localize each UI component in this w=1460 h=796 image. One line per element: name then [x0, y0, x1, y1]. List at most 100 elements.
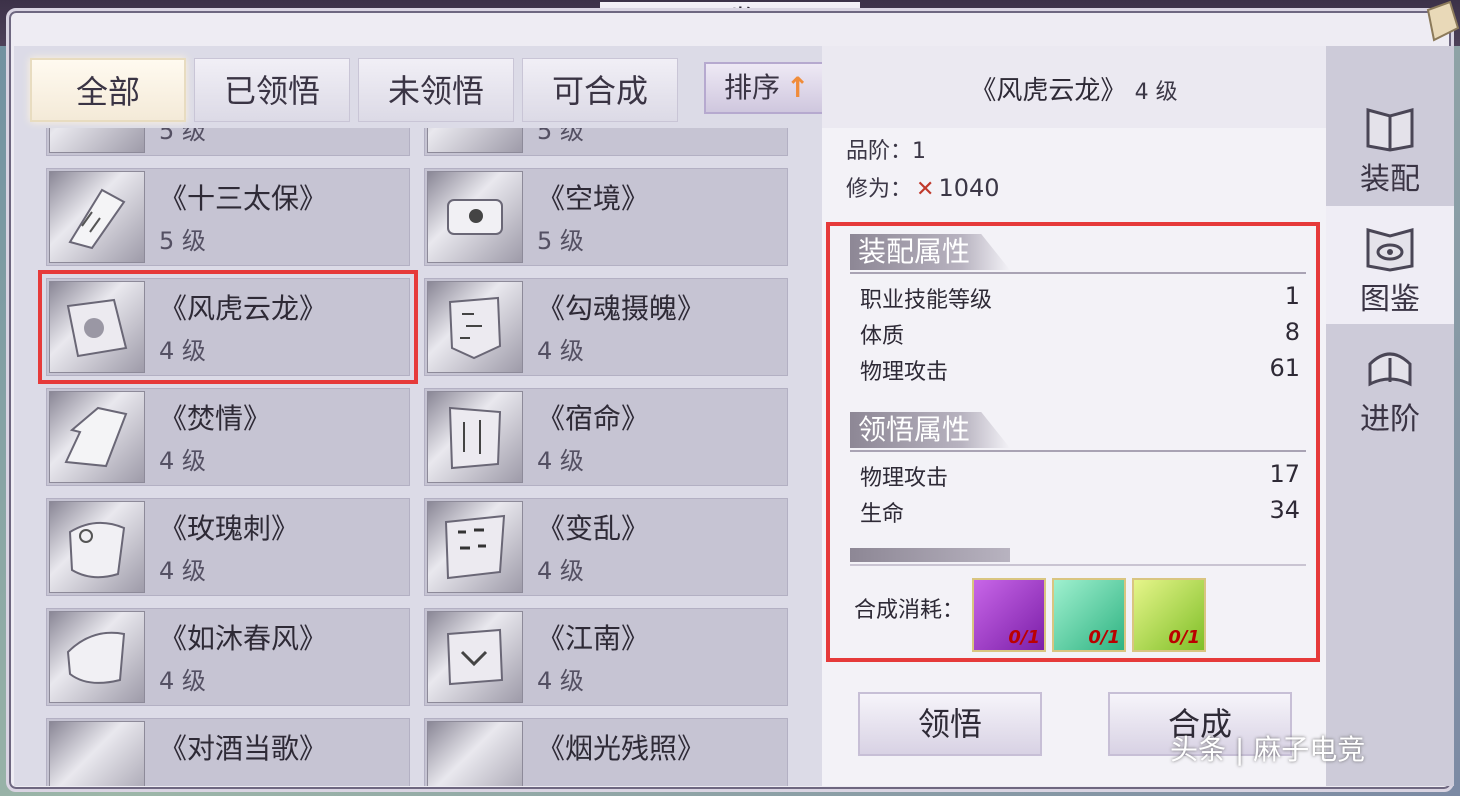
material-slot[interactable]: 0/1 — [1132, 578, 1206, 652]
filter-tabs: 全部 已领悟 未领悟 可合成 排序 ↑ — [30, 58, 828, 126]
skill-level: 5 级 — [537, 128, 584, 145]
close-ornament-icon[interactable] — [1420, 0, 1460, 50]
scroll-icon — [49, 128, 145, 153]
skill-name: 《风虎云龙》 — [159, 292, 328, 325]
swirl-scroll-icon — [49, 501, 145, 593]
skill-card[interactable]: 5 级 — [46, 128, 410, 156]
skill-name: 《对酒当歌》 — [159, 732, 328, 765]
skill-list-panel: 全部 已领悟 未领悟 可合成 排序 ↑ 5 级 5 级 《十三太保》 5 级 《… — [14, 46, 828, 786]
skill-level: 4 级 — [537, 667, 584, 695]
scroll-icon — [49, 721, 145, 786]
sort-arrow-icon: ↑ — [786, 71, 810, 104]
sort-button[interactable]: 排序 ↑ — [704, 62, 828, 114]
skill-card[interactable]: 《十三太保》 5 级 — [46, 168, 410, 266]
skill-name: 《江南》 — [537, 622, 650, 655]
skill-name: 《如沐春风》 — [159, 622, 328, 655]
skill-card[interactable]: 5 级 — [424, 128, 788, 156]
skill-name: 《空境》 — [537, 182, 650, 215]
section-divider — [850, 564, 1306, 566]
open-scroll-icon — [427, 171, 523, 263]
wave-scroll-icon — [49, 611, 145, 703]
cultivation-row: 修为： ✕ 1040 — [846, 170, 1000, 208]
equip-attributes-section: 装配属性 — [850, 234, 1306, 278]
skill-name: 《烟光残照》 — [537, 732, 706, 765]
rune-scroll-icon — [427, 281, 523, 373]
skill-level: 5 级 — [159, 227, 206, 255]
skill-level: 5 级 — [537, 227, 584, 255]
attribute-label: 生命 — [860, 502, 905, 527]
skill-level: 4 级 — [537, 337, 584, 365]
skill-name: 《勾魂摄魄》 — [537, 292, 706, 325]
side-navigation: 装配 图鉴 进阶 — [1326, 46, 1454, 786]
side-nav-label: 装配 — [1360, 162, 1420, 197]
attribute-label: 物理攻击 — [860, 360, 949, 385]
side-nav-label: 图鉴 — [1360, 282, 1420, 317]
consume-label: 合成消耗： — [854, 598, 965, 623]
equip-book-icon — [1366, 108, 1414, 152]
skill-name: 《变乱》 — [537, 512, 650, 545]
skill-level: 4 级 — [537, 447, 584, 475]
cultivation-label: 修为： — [846, 177, 913, 202]
tab-not-comprehended[interactable]: 未领悟 — [358, 58, 514, 122]
skill-name: 《焚情》 — [159, 402, 272, 435]
side-nav-equip[interactable]: 装配 — [1326, 86, 1454, 204]
advance-book-icon — [1368, 352, 1412, 387]
skill-card[interactable]: 《对酒当歌》 — [46, 718, 410, 786]
grade-label: 品阶： — [846, 139, 913, 164]
side-nav-label: 进阶 — [1360, 402, 1420, 437]
attribute-label: 物理攻击 — [860, 466, 949, 491]
skill-card-selected[interactable]: 《风虎云龙》 4 级 — [38, 270, 418, 384]
scroll-icon — [427, 128, 523, 153]
attribute-label: 体质 — [860, 324, 905, 349]
section-divider — [850, 272, 1306, 274]
codex-eye-icon — [1366, 228, 1414, 272]
crossed-swords-icon: ✕ — [916, 177, 935, 202]
attributes-highlight-box: 装配属性 职业技能等级 1 体质 8 物理攻击 61 领悟属性 物理攻击 17 生命 34… — [826, 222, 1320, 662]
skill-level: 4 级 — [159, 557, 206, 585]
section-divider — [850, 450, 1306, 452]
skill-card[interactable]: 《空境》 5 级 — [424, 168, 788, 266]
tab-synthesizable[interactable]: 可合成 — [522, 58, 678, 122]
detail-info: 品阶：1 修为： ✕ 1040 — [846, 134, 1000, 208]
watermark: 头条 | 麻子电竞 — [1170, 733, 1366, 766]
skill-card[interactable]: 《玫瑰刺》 4 级 — [46, 498, 410, 596]
skill-card[interactable]: 《变乱》 4 级 — [424, 498, 788, 596]
material-slot[interactable]: 0/1 — [1052, 578, 1126, 652]
attribute-value: 8 — [1284, 318, 1300, 346]
skill-name: 《十三太保》 — [159, 182, 328, 215]
tab-all[interactable]: 全部 — [30, 58, 186, 122]
skill-card[interactable]: 《如沐春风》 4 级 — [46, 608, 410, 706]
skill-name: 《玫瑰刺》 — [159, 512, 300, 545]
attribute-row: 职业技能等级 1 — [860, 282, 1300, 316]
skill-card[interactable]: 《宿命》 4 级 — [424, 388, 788, 486]
torn-scroll-icon — [427, 501, 523, 593]
detail-header: 《风虎云龙》 4 级 — [822, 46, 1326, 128]
skill-name: 《宿命》 — [537, 402, 650, 435]
skill-card[interactable]: 《烟光残照》 — [424, 718, 788, 786]
section-title: 装配属性 — [850, 234, 1011, 270]
skill-level: 4 级 — [159, 337, 206, 365]
skill-card[interactable]: 《勾魂摄魄》 4 级 — [424, 278, 788, 376]
side-nav-codex[interactable]: 图鉴 — [1326, 206, 1454, 324]
attribute-row: 物理攻击 61 — [860, 354, 1300, 388]
skill-grid[interactable]: 5 级 5 级 《十三太保》 5 级 《空境》 5 级 《风虎云龙》 4 级 《… — [14, 128, 822, 786]
scroll-icon — [427, 721, 523, 786]
attribute-value: 1 — [1284, 282, 1300, 310]
comprehend-button[interactable]: 领悟 — [858, 692, 1042, 756]
bag-scroll-icon — [427, 611, 523, 703]
skill-level: 4 级 — [159, 667, 206, 695]
material-count: 0/1 — [1168, 627, 1200, 648]
grade-value: 1 — [912, 139, 927, 164]
material-slot[interactable]: 0/1 — [972, 578, 1046, 652]
attribute-row: 生命 34 — [860, 496, 1300, 530]
tab-comprehended[interactable]: 已领悟 — [194, 58, 350, 122]
section-title: 领悟属性 — [850, 412, 1011, 448]
banner-scroll-icon — [427, 391, 523, 483]
attribute-row: 体质 8 — [860, 318, 1300, 352]
skill-detail-panel: 《风虎云龙》 4 级 品阶：1 修为： ✕ 1040 装配属性 职业技能等级 1 体质… — [822, 46, 1326, 786]
sort-label: 排序 — [724, 71, 781, 104]
side-nav-advance[interactable]: 进阶 — [1326, 326, 1454, 444]
skill-card[interactable]: 《焚情》 4 级 — [46, 388, 410, 486]
skill-card[interactable]: 《江南》 4 级 — [424, 608, 788, 706]
comprehend-attributes-section: 领悟属性 — [850, 412, 1306, 456]
